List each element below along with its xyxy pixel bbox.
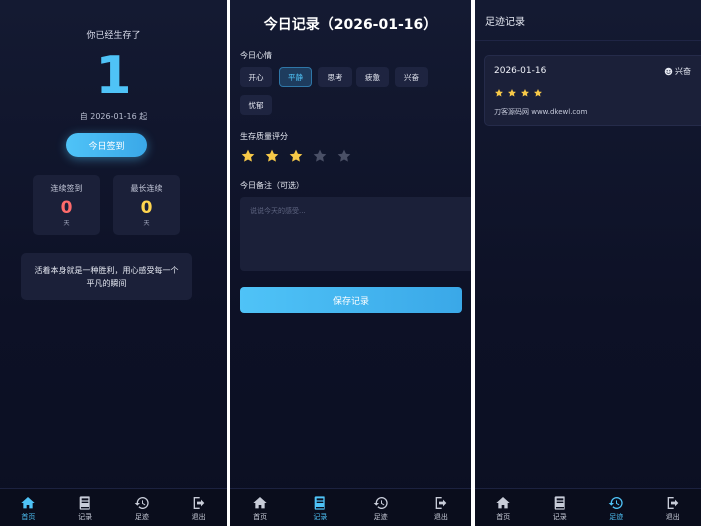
book-icon: [315, 495, 326, 510]
rating-label: 生存质量评分: [240, 132, 288, 141]
quote-text: 活着本身就是一种胜利，用心感受每一个平凡的瞬间: [34, 265, 179, 288]
bottom-nav: 首页 记录 足迹 退出: [475, 488, 701, 526]
bottom-nav: 首页 记录 足迹 退出: [230, 488, 471, 526]
history-header: 足迹记录: [475, 0, 701, 41]
save-record-button[interactable]: 保存记录: [240, 287, 462, 313]
note-label: 今日备注（可选）: [240, 181, 304, 190]
survival-label: 你已经生存了: [86, 31, 141, 41]
entry-mood: 兴奋: [664, 66, 691, 77]
streak-label: 连续签到: [50, 184, 83, 193]
quote-box: 活着本身就是一种胜利，用心感受每一个平凡的瞬间: [21, 253, 192, 300]
nav-record[interactable]: 记录: [61, 495, 109, 521]
streak-value: 0: [60, 198, 73, 218]
book-icon: [554, 495, 565, 510]
nav-history[interactable]: 足迹: [118, 495, 166, 521]
star-filled-icon[interactable]: [264, 148, 280, 164]
record-screen: 今日记录（2026-01-16） 今日心情 开心 平静 思考 疲惫 兴奋 忧郁 …: [230, 0, 471, 526]
home-icon: [496, 496, 510, 508]
bottom-nav: 首页 记录 足迹 退出: [0, 488, 227, 526]
nav-history[interactable]: 足迹: [357, 495, 405, 521]
nav-home[interactable]: 首页: [236, 495, 284, 521]
rating-stars: [240, 148, 352, 164]
star-filled-icon: [533, 83, 543, 102]
checkin-button[interactable]: 今日签到: [66, 133, 147, 157]
survival-day-count: 1: [95, 46, 132, 106]
home-icon: [253, 496, 267, 508]
logout-icon: [193, 496, 204, 509]
mood-chip-happy[interactable]: 开心: [240, 67, 272, 87]
since-date: 自 2026-01-16 起: [79, 112, 148, 121]
note-textarea[interactable]: 说说今天的感受...: [240, 197, 471, 271]
nav-logout[interactable]: 退出: [649, 495, 697, 521]
entry-note: 刀客源码网 www.dkewl.com: [494, 108, 588, 116]
logout-icon: [667, 496, 679, 509]
history-icon: [134, 496, 149, 509]
nav-history[interactable]: 足迹: [592, 495, 640, 521]
mood-chip-tired[interactable]: 疲惫: [356, 67, 389, 87]
note-placeholder: 说说今天的感受...: [250, 207, 306, 215]
entry-date: 2026-01-16: [494, 66, 547, 76]
nav-home[interactable]: 首页: [4, 495, 52, 521]
longest-unit: 天: [143, 220, 150, 227]
nav-logout[interactable]: 退出: [175, 495, 223, 521]
star-empty-icon[interactable]: [312, 148, 328, 164]
longest-streak-card: 最长连续 0 天: [113, 175, 180, 235]
mood-label: 今日心情: [240, 51, 272, 60]
longest-value: 0: [140, 198, 153, 218]
history-icon: [608, 496, 623, 509]
history-title: 足迹记录: [485, 16, 525, 28]
mood-chip-calm[interactable]: 平静: [279, 67, 312, 87]
streak-card: 连续签到 0 天: [33, 175, 100, 235]
book-icon: [79, 495, 90, 510]
page-title: 今日记录（2026-01-16）: [263, 17, 438, 33]
history-entry[interactable]: 2026-01-16 兴奋 刀客源码网 www.dkewl.com: [484, 55, 701, 126]
entry-mood-label: 兴奋: [675, 67, 691, 76]
star-filled-icon: [520, 83, 530, 102]
nav-logout[interactable]: 退出: [417, 495, 465, 521]
longest-label: 最长连续: [130, 184, 163, 193]
nav-home[interactable]: 首页: [479, 495, 527, 521]
star-filled-icon[interactable]: [240, 148, 256, 164]
logout-icon: [435, 496, 447, 509]
star-filled-icon[interactable]: [288, 148, 304, 164]
nav-record[interactable]: 记录: [536, 495, 584, 521]
entry-stars: [494, 83, 543, 102]
star-empty-icon[interactable]: [336, 148, 352, 164]
home-screen: 你已经生存了 1 自 2026-01-16 起 今日签到 连续签到 0 天 最长…: [0, 0, 227, 526]
history-icon: [373, 496, 388, 509]
nav-record[interactable]: 记录: [296, 495, 344, 521]
star-filled-icon: [494, 83, 504, 102]
mood-chip-thinking[interactable]: 思考: [318, 67, 352, 87]
home-icon: [21, 496, 36, 508]
streak-unit: 天: [63, 220, 70, 227]
smile-icon: [664, 67, 673, 76]
mood-chip-melancholy[interactable]: 忧郁: [240, 95, 272, 115]
star-filled-icon: [507, 83, 517, 102]
history-screen: 足迹记录 2026-01-16 兴奋 刀客源码网 www.dkewl.com 首…: [475, 0, 701, 526]
mood-chip-excited[interactable]: 兴奋: [395, 67, 428, 87]
